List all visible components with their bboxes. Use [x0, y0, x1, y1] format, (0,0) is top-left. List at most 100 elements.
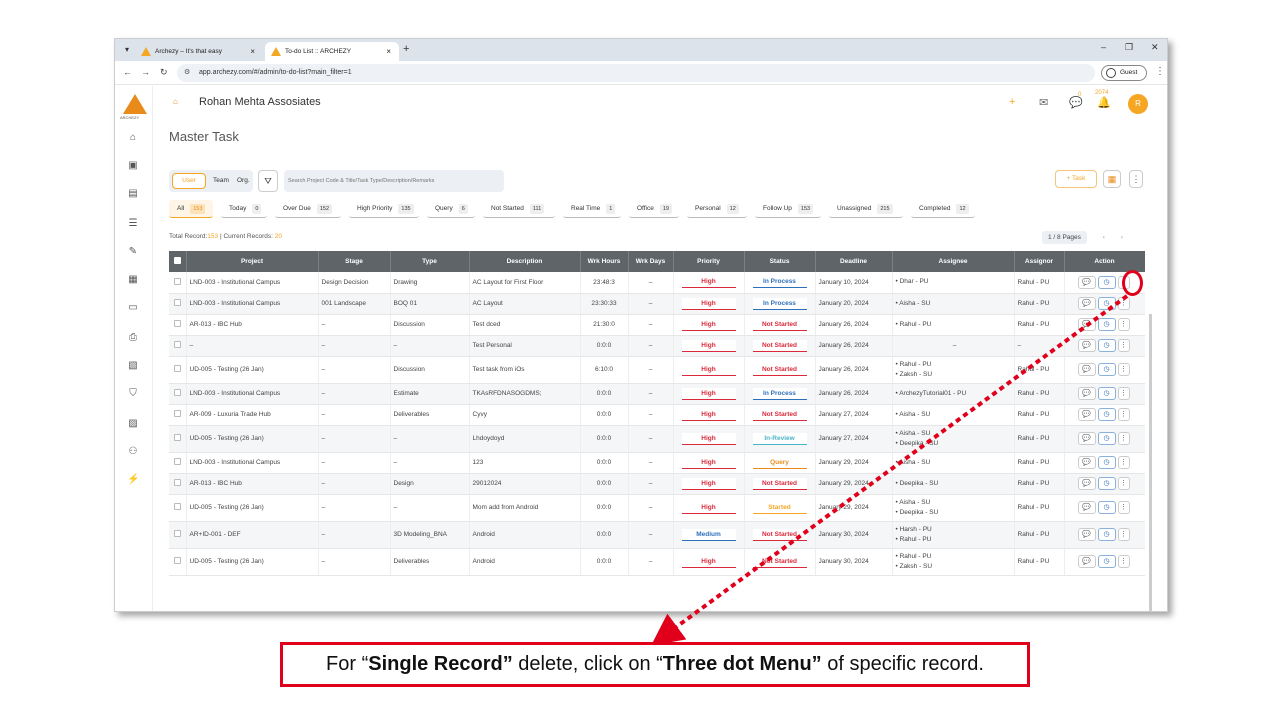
forward-icon[interactable]: →	[141, 67, 150, 77]
tab-todo-list[interactable]: To-do List :: ARCHEZY ×	[265, 42, 399, 61]
shield-icon[interactable]: ⛉	[127, 388, 139, 400]
column-header-description[interactable]: Description	[469, 251, 581, 272]
toggle-user[interactable]: User	[172, 173, 206, 189]
priority-badge[interactable]: High	[681, 363, 736, 376]
row-checkbox[interactable]	[173, 365, 181, 372]
three-dot-menu-icon[interactable]: ⋮	[1117, 555, 1130, 568]
site-info-icon[interactable]: ⚙	[184, 64, 190, 82]
bell-icon[interactable]: 🔔	[1097, 96, 1111, 109]
row-checkbox[interactable]	[173, 341, 181, 348]
tab-archezy-home[interactable]: Archezy – It's that easy ×	[135, 42, 263, 61]
gallery-icon[interactable]: ▧	[127, 360, 139, 372]
table-row[interactable]: LND-003 - Institutional Campus – –123 0:0:0…	[169, 452, 1145, 474]
status-badge[interactable]: Not Started	[752, 363, 807, 376]
clock-icon[interactable]: ◷	[1097, 408, 1116, 421]
status-badge[interactable]: Not Started	[752, 528, 807, 541]
browser-menu-icon[interactable]: ⋮	[1155, 66, 1165, 77]
filter-chip-follow-up[interactable]: Follow Up 153	[755, 200, 821, 218]
priority-badge[interactable]: High	[681, 408, 736, 421]
three-dot-menu-icon[interactable]: ⋮	[1117, 408, 1130, 421]
grid-view-icon[interactable]: ▦	[1103, 170, 1121, 188]
priority-badge[interactable]: High	[681, 477, 736, 490]
archezy-logo-icon[interactable]	[123, 94, 147, 114]
chat-icon[interactable]: 💬	[1077, 297, 1096, 310]
chat-icon[interactable]: 💬	[1077, 555, 1096, 568]
filter-chip-not-started[interactable]: Not Started 111	[483, 200, 555, 218]
maximize-icon[interactable]: ❐	[1125, 42, 1133, 53]
column-header-status[interactable]: Status	[744, 251, 816, 272]
tab-close-icon[interactable]: ×	[386, 42, 391, 61]
row-checkbox[interactable]	[173, 557, 181, 564]
column-header-priority[interactable]: Priority	[673, 251, 745, 272]
status-badge[interactable]: Not Started	[752, 339, 807, 352]
row-checkbox[interactable]	[173, 320, 181, 327]
row-checkbox[interactable]	[173, 458, 181, 465]
priority-badge[interactable]: High	[681, 276, 736, 289]
add-task-button[interactable]: + Task	[1055, 170, 1097, 188]
column-header-wrk-days[interactable]: Wrk Days	[628, 251, 674, 272]
lightning-icon[interactable]: ⚡	[127, 474, 139, 486]
select-all-checkbox[interactable]	[173, 257, 181, 264]
filter-icon[interactable]: ⛛	[258, 170, 278, 192]
status-badge[interactable]: In Process	[752, 276, 807, 289]
prev-page-icon[interactable]: ‹	[1103, 234, 1105, 241]
home-icon[interactable]: ⌂	[127, 132, 139, 144]
clock-icon[interactable]: ◷	[1097, 432, 1116, 445]
filter-chip-over-due[interactable]: Over Due 152	[275, 200, 341, 218]
three-dot-menu-icon[interactable]: ⋮	[1117, 387, 1130, 400]
three-dot-menu-icon[interactable]: ⋮	[1117, 432, 1130, 445]
clock-icon[interactable]: ◷	[1097, 318, 1116, 331]
status-badge[interactable]: In Process	[752, 387, 807, 400]
filter-chip-all[interactable]: All 153	[169, 200, 213, 218]
priority-badge[interactable]: High	[681, 318, 736, 331]
window-close-icon[interactable]: ✕	[1151, 42, 1159, 53]
chat-icon[interactable]: 💬	[1077, 501, 1096, 514]
status-badge[interactable]: Query	[752, 456, 807, 469]
clock-icon[interactable]: ◷	[1097, 297, 1116, 310]
filter-chip-high-priority[interactable]: High Priority 135	[349, 200, 419, 218]
book-icon[interactable]: ▭	[127, 302, 139, 314]
three-dot-menu-icon[interactable]: ⋮	[1117, 477, 1130, 490]
column-header-stage[interactable]: Stage	[318, 251, 391, 272]
chat-icon[interactable]: 💬	[1077, 275, 1096, 289]
mail-icon[interactable]: ✉	[1039, 96, 1048, 109]
chat-icon[interactable]: 💬	[1077, 318, 1096, 331]
priority-badge[interactable]: High	[681, 432, 736, 445]
three-dot-menu-icon[interactable]: ⋮	[1117, 528, 1130, 541]
priority-badge[interactable]: High	[681, 555, 736, 568]
column-header-assignor[interactable]: Assignor	[1014, 251, 1065, 272]
table-row[interactable]: AR-013 - IBC Hub – Discussion Test dced 21:3…	[169, 314, 1145, 336]
three-dot-menu-icon[interactable]: ⋮	[1117, 501, 1130, 514]
table-row[interactable]: UD-005 - Testing (26 Jan) – Deliverables An…	[169, 548, 1145, 576]
next-page-icon[interactable]: ›	[1121, 234, 1123, 241]
quick-add-icon[interactable]: +	[1009, 96, 1015, 108]
row-checkbox[interactable]	[173, 503, 181, 510]
toggle-team[interactable]: Team	[213, 170, 229, 192]
building-icon[interactable]: ▣	[127, 160, 139, 172]
back-icon[interactable]: ←	[123, 67, 132, 77]
task-check-icon[interactable]: ▨	[127, 418, 139, 430]
chat-icon[interactable]: 💬	[1077, 477, 1096, 490]
clock-icon[interactable]: ◷	[1097, 477, 1116, 490]
row-checkbox[interactable]	[173, 530, 181, 537]
profile-button[interactable]: Guest	[1101, 65, 1147, 81]
clock-icon[interactable]: ◷	[1097, 555, 1116, 568]
row-checkbox[interactable]	[173, 434, 181, 441]
status-badge[interactable]: In Process	[752, 297, 807, 310]
column-header-project[interactable]: Project	[186, 251, 319, 272]
row-checkbox[interactable]	[173, 479, 181, 486]
chat-icon[interactable]: 💬	[1077, 528, 1096, 541]
chat-icon[interactable]: 💬	[1077, 339, 1096, 352]
three-dot-menu-icon[interactable]: ⋮	[1117, 297, 1130, 310]
user-avatar[interactable]: R	[1128, 94, 1148, 114]
table-row[interactable]: UD-005 - Testing (26 Jan) – – Mom add from …	[169, 494, 1145, 522]
table-row[interactable]: LND-003 - Institutional Campus Design Dec…	[169, 272, 1145, 294]
filter-chip-real-time[interactable]: Real Time 1	[563, 200, 621, 218]
chat-icon[interactable]: 💬	[1077, 408, 1096, 421]
filter-chip-completed[interactable]: Completed 12	[911, 200, 975, 218]
table-row[interactable]: UD-005 - Testing (26 Jan) – Discussion Test…	[169, 356, 1145, 384]
status-badge[interactable]: Not Started	[752, 408, 807, 421]
clock-icon[interactable]: ◷	[1097, 387, 1116, 400]
table-row[interactable]: AR-009 - Luxuria Trade Hub – Deliverables C…	[169, 404, 1145, 426]
clock-icon[interactable]: ◷	[1097, 456, 1116, 469]
